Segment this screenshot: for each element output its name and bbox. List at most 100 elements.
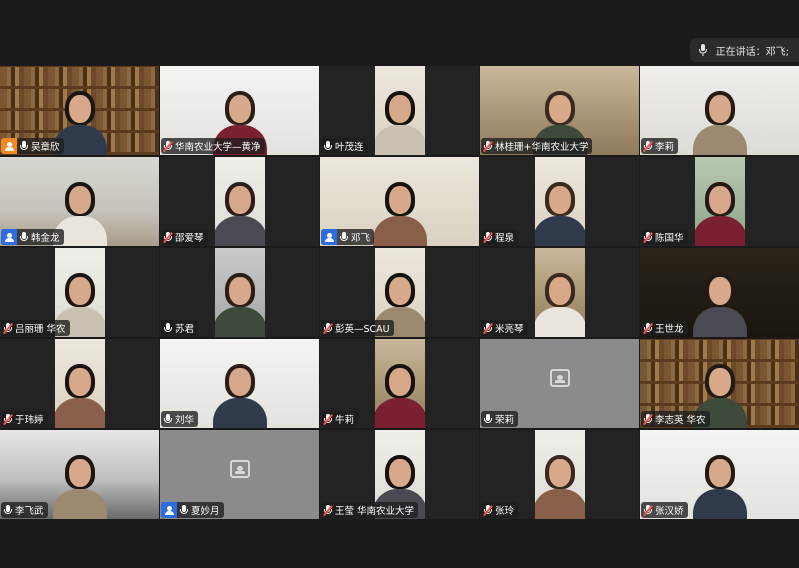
participant-name-label: 刘华 — [161, 411, 199, 427]
participant-tile[interactable]: 苏君 — [160, 248, 319, 337]
microphone-icon — [340, 231, 348, 243]
microphone-icon — [484, 413, 492, 425]
participant-figure — [374, 356, 425, 428]
participant-figure — [534, 447, 585, 519]
muted-microphone-icon — [2, 413, 13, 425]
participant-tile[interactable]: 张玲 — [480, 430, 639, 519]
active-speaker-text: 正在讲话：邓飞; — [715, 46, 789, 58]
camera-off-icon — [549, 369, 570, 388]
participant-video — [534, 157, 585, 246]
participant-tile[interactable]: 陈国华 — [640, 157, 799, 246]
microphone-icon — [324, 140, 332, 152]
participant-name-label: 李莉 — [641, 138, 679, 154]
participant-name: 邓飞 — [351, 233, 371, 244]
participant-name: 王莹 华南农业大学 — [335, 506, 415, 517]
participant-tile[interactable]: 于玮婷 — [0, 339, 159, 428]
muted-microphone-icon — [322, 504, 333, 516]
participant-name: 彭英—SCAU — [335, 324, 390, 335]
participant-name: 韩金龙 — [31, 233, 60, 244]
participant-name-label: 韩金龙 — [1, 229, 64, 245]
top-bar: 正在讲话：邓飞; — [0, 0, 799, 64]
muted-microphone-icon — [482, 504, 493, 516]
participant-name-label: 米亮琴 — [481, 320, 528, 336]
participant-name-label: 叶茂连 — [321, 138, 368, 154]
participant-figure — [692, 265, 747, 337]
participant-figure — [694, 174, 745, 246]
muted-microphone-icon — [162, 231, 173, 243]
participant-name: 于玮婷 — [15, 415, 44, 426]
participant-name: 陈国华 — [655, 233, 684, 244]
participant-name-label: 苏君 — [161, 320, 199, 336]
participant-name-label: 邵爱琴 — [161, 229, 208, 245]
participant-name: 荣莉 — [495, 415, 515, 426]
participant-name: 吴章欣 — [31, 142, 60, 153]
cohost-badge-icon — [321, 229, 337, 245]
muted-microphone-icon — [642, 231, 653, 243]
participant-name-label: 于玮婷 — [1, 411, 48, 427]
participant-tile[interactable]: 牛莉 — [320, 339, 479, 428]
participant-name-label: 李飞武 — [1, 502, 48, 518]
participant-tile[interactable]: 刘华 — [160, 339, 319, 428]
participant-name: 刘华 — [175, 415, 195, 426]
participant-tile[interactable]: 吴章欣 — [0, 66, 159, 155]
participant-name-label: 李志英 华农 — [641, 411, 710, 427]
participant-tile[interactable]: 华南农业大学—黄净 — [160, 66, 319, 155]
muted-microphone-icon — [162, 140, 173, 152]
participant-tile[interactable]: 林桂珊+华南农业大学 — [480, 66, 639, 155]
participant-tile[interactable]: 王莹 华南农业大学 — [320, 430, 479, 519]
muted-microphone-icon — [482, 231, 493, 243]
camera-off-icon — [229, 460, 250, 479]
participant-tile[interactable]: 韩金龙 — [0, 157, 159, 246]
participant-figure — [372, 174, 427, 246]
participant-tile[interactable]: 荣莉 — [480, 339, 639, 428]
participant-name: 邵爱琴 — [175, 233, 204, 244]
participant-tile[interactable]: 程泉 — [480, 157, 639, 246]
participant-figure — [214, 174, 265, 246]
participant-video — [54, 339, 105, 428]
participant-tile[interactable]: 李莉 — [640, 66, 799, 155]
participant-tile[interactable]: 邓飞 — [320, 157, 479, 246]
participant-tile[interactable]: 吕丽珊 华农 — [0, 248, 159, 337]
host-badge-icon — [1, 138, 17, 154]
participant-tile[interactable]: 张汉娇 — [640, 430, 799, 519]
muted-microphone-icon — [482, 322, 493, 334]
participant-video — [374, 66, 425, 155]
participant-tile[interactable]: 李志英 华农 — [640, 339, 799, 428]
participant-tile[interactable]: 米亮琴 — [480, 248, 639, 337]
participant-video — [214, 157, 265, 246]
participant-figure — [54, 356, 105, 428]
participant-name-label: 彭英—SCAU — [321, 320, 394, 336]
microphone-icon — [164, 413, 172, 425]
participant-video — [534, 248, 585, 337]
muted-microphone-icon — [2, 322, 13, 334]
participant-name-label: 牛莉 — [321, 411, 359, 427]
participant-figure — [692, 447, 747, 519]
participant-figure — [374, 83, 425, 155]
participant-name-label: 程泉 — [481, 229, 519, 245]
participant-tile[interactable]: 李飞武 — [0, 430, 159, 519]
participant-tile[interactable]: 叶茂连 — [320, 66, 479, 155]
participant-tile[interactable]: 夏妙月 — [160, 430, 319, 519]
participant-name: 吕丽珊 华农 — [15, 324, 66, 335]
participant-figure — [212, 356, 267, 428]
participant-tile[interactable]: 邵爱琴 — [160, 157, 319, 246]
cohost-badge-icon — [161, 502, 177, 518]
participant-video — [214, 248, 265, 337]
participant-name-label: 华南农业大学—黄净 — [161, 138, 265, 154]
participant-tile[interactable]: 王世龙 — [640, 248, 799, 337]
muted-microphone-icon — [322, 413, 333, 425]
participant-name: 王世龙 — [655, 324, 684, 335]
participant-name: 米亮琴 — [495, 324, 524, 335]
muted-microphone-icon — [642, 504, 653, 516]
participant-name: 李志英 华农 — [655, 415, 706, 426]
participant-video — [534, 430, 585, 519]
participant-video — [694, 157, 745, 246]
participant-tile[interactable]: 彭英—SCAU — [320, 248, 479, 337]
participant-name-label: 林桂珊+华南农业大学 — [481, 138, 593, 154]
active-speaker-indicator: 正在讲话：邓飞; — [689, 38, 799, 62]
participant-name: 华南农业大学—黄净 — [175, 142, 261, 153]
participant-figure — [534, 174, 585, 246]
muted-microphone-icon — [322, 322, 333, 334]
microphone-icon — [4, 504, 12, 516]
microphone-icon — [164, 322, 172, 334]
